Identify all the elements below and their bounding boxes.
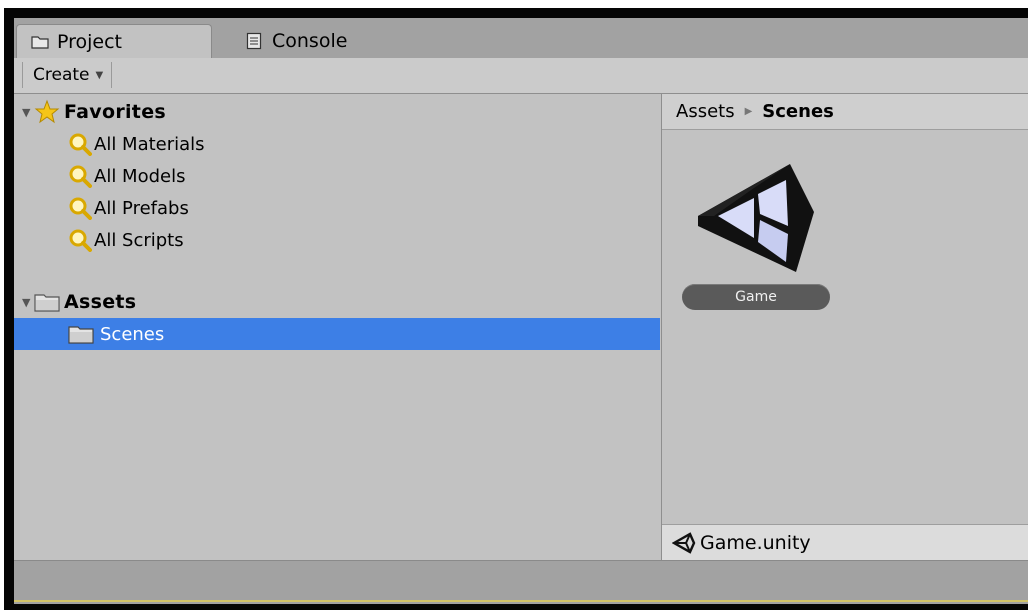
folder-tree-panel: ▼ Favorites All Materials All Models All… [14,94,662,560]
unity-logo-icon [672,531,696,554]
tree-item-favorites[interactable]: ▼ Favorites [14,96,660,128]
tab-bar: Project Console [14,18,1028,58]
breadcrumb-root[interactable]: Assets [676,101,735,122]
tree-item-all-scripts[interactable]: All Scripts [14,224,660,256]
tree-item-all-prefabs[interactable]: All Prefabs [14,192,660,224]
tree-item-label: Scenes [100,323,165,345]
tree-item-all-models[interactable]: All Models [14,160,660,192]
window-border-highlight [14,600,1028,602]
asset-browser-panel: Assets ▶ Scenes Game Game.unity [662,94,1028,560]
search-icon [68,228,92,252]
assets-label: Assets [64,291,137,313]
breadcrumb-separator-icon: ▶ [744,106,753,117]
tree-item-assets[interactable]: ▼ Assets [14,286,660,318]
project-toolbar: Create ▼ [14,58,1028,94]
asset-name: Game [735,289,777,305]
tree-item-label: All Models [94,165,186,187]
breadcrumb-current[interactable]: Scenes [762,101,834,122]
status-bar: Game.unity [662,524,1028,560]
bottom-bar [14,560,1028,604]
tab-console[interactable]: Console [232,24,412,58]
unity-logo-icon [694,154,818,279]
tree-item-scenes[interactable]: Scenes [14,318,660,350]
search-icon [68,132,92,156]
folder-icon [34,292,60,312]
chevron-down-icon: ▼ [95,69,104,81]
asset-label-pill: Game [682,284,830,310]
tree-item-label: All Scripts [94,229,184,251]
expand-arrow-icon[interactable]: ▼ [22,106,32,119]
tree-item-label: All Prefabs [94,197,189,219]
folder-icon [31,35,51,49]
tab-console-label: Console [272,30,348,52]
breadcrumb: Assets ▶ Scenes [662,94,1028,130]
favorites-label: Favorites [64,101,166,123]
expand-arrow-icon[interactable]: ▼ [22,296,32,309]
create-button-label: Create [33,65,90,85]
tab-project-label: Project [57,30,123,53]
console-icon [246,32,266,50]
folder-icon [68,324,94,344]
tab-project[interactable]: Project [16,24,212,58]
star-icon [34,99,60,125]
project-window: Project Console Create ▼ ▼ Favorites All [14,18,1028,604]
create-button[interactable]: Create ▼ [22,62,113,88]
tree-item-all-materials[interactable]: All Materials [14,128,660,160]
search-icon [68,164,92,188]
tree-item-label: All Materials [94,133,205,155]
search-icon [68,196,92,220]
selected-file-name: Game.unity [700,531,811,554]
